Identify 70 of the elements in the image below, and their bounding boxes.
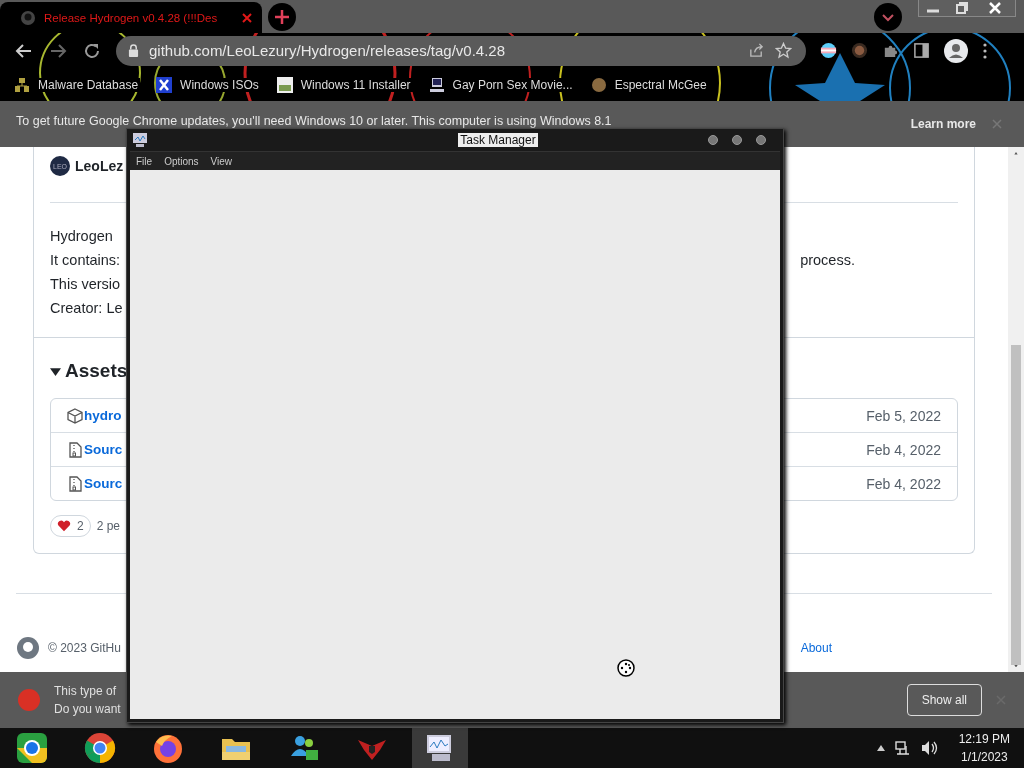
asset-link[interactable]: Sourc bbox=[84, 442, 123, 457]
caret-icon[interactable] bbox=[50, 365, 61, 377]
clock-time: 12:19 PM bbox=[958, 732, 1010, 746]
learn-more-link[interactable]: Learn more bbox=[910, 117, 976, 131]
busy-cursor-icon bbox=[617, 659, 635, 677]
description-text: It contains: bbox=[50, 251, 121, 270]
bookmark[interactable]: Windows 11 Installer bbox=[276, 76, 413, 93]
assets-heading: Assets bbox=[65, 360, 128, 382]
clock[interactable]: 12:19 PM 1/1/2023 bbox=[948, 732, 1020, 764]
description-text: process. bbox=[800, 251, 855, 270]
lock-icon bbox=[128, 44, 139, 57]
asset-date: Feb 5, 2022 bbox=[866, 407, 941, 424]
update-message: To get future Google Chrome updates, you'll need Windows 10 or later. This computer is using Windows 8.1 bbox=[16, 114, 612, 128]
show-all-button[interactable]: Show all bbox=[906, 684, 982, 716]
tab-search-icon[interactable] bbox=[874, 2, 902, 31]
description-text: Hydrogen bbox=[50, 227, 113, 246]
description-text: Creator: Le bbox=[50, 299, 123, 318]
profile-icon[interactable] bbox=[944, 38, 968, 63]
menu-item[interactable]: File bbox=[136, 155, 153, 167]
monitor-icon bbox=[132, 132, 148, 148]
reaction-text: 2 pe bbox=[96, 519, 121, 533]
taskbar-button[interactable] bbox=[412, 728, 468, 768]
copyright-text: © 2023 GitHu bbox=[48, 641, 121, 655]
scroll-up-icon[interactable] bbox=[1012, 152, 1020, 155]
asset-link[interactable]: Sourc bbox=[84, 476, 123, 491]
close-button[interactable] bbox=[756, 135, 766, 145]
expand-tray-icon[interactable] bbox=[876, 745, 885, 751]
maximize-button[interactable] bbox=[732, 135, 742, 145]
package-icon bbox=[67, 407, 83, 424]
asset-link[interactable]: hydro bbox=[84, 408, 122, 423]
zip-file-icon bbox=[67, 475, 83, 492]
address-text: github.com/LeoLezury/Hydrogen/releases/tag/v0.4.28 bbox=[149, 42, 506, 59]
menu-icon[interactable] bbox=[982, 41, 988, 60]
network-icon[interactable] bbox=[894, 740, 911, 756]
menu-item[interactable]: Options bbox=[164, 155, 199, 167]
heart-icon bbox=[57, 520, 71, 532]
avatar-icon bbox=[590, 76, 607, 93]
asset-date: Feb 4, 2022 bbox=[866, 441, 941, 458]
star-icon[interactable] bbox=[775, 42, 792, 59]
close-icon[interactable] bbox=[242, 12, 252, 23]
menu-item[interactable]: View bbox=[210, 155, 233, 167]
firefox-icon bbox=[152, 732, 184, 764]
tab-title: Release Hydrogen v0.4.28 (!!!Des bbox=[44, 11, 219, 24]
volume-icon[interactable] bbox=[920, 740, 939, 756]
reaction-count: 2 bbox=[77, 519, 84, 533]
browser-icon bbox=[16, 732, 48, 764]
scrollbar[interactable] bbox=[1008, 147, 1024, 672]
github-icon bbox=[20, 9, 36, 26]
computer-icon bbox=[428, 76, 445, 93]
github-icon[interactable] bbox=[16, 636, 40, 660]
share-icon[interactable] bbox=[748, 42, 765, 59]
side-panel-icon[interactable] bbox=[913, 42, 930, 59]
flag-icon[interactable] bbox=[820, 42, 837, 59]
clock-date: 1/1/2023 bbox=[960, 750, 1008, 764]
download-warning-text: This type of bbox=[54, 684, 118, 698]
people-icon bbox=[14, 76, 30, 93]
bookmark[interactable]: Windows ISOs bbox=[156, 76, 261, 93]
minimize-button[interactable] bbox=[708, 135, 718, 145]
new-tab-icon[interactable] bbox=[268, 2, 296, 31]
zip-file-icon bbox=[67, 441, 83, 458]
description-text: This versio bbox=[50, 275, 121, 294]
asset-date: Feb 4, 2022 bbox=[866, 475, 941, 492]
author-name[interactable]: LeoLez bbox=[75, 158, 124, 174]
scroll-thumb[interactable] bbox=[1011, 344, 1021, 665]
about-link[interactable]: About bbox=[800, 641, 832, 655]
chrome-icon bbox=[84, 732, 116, 764]
browser-tab[interactable]: Release Hydrogen v0.4.28 (!!!Des bbox=[0, 2, 262, 33]
download-warning-text: Do you want bbox=[54, 702, 121, 716]
window-title: Task Manager bbox=[458, 133, 538, 147]
address-bar[interactable]: github.com/LeoLezury/Hydrogen/releases/tag/v0.4.28 bbox=[116, 35, 806, 66]
